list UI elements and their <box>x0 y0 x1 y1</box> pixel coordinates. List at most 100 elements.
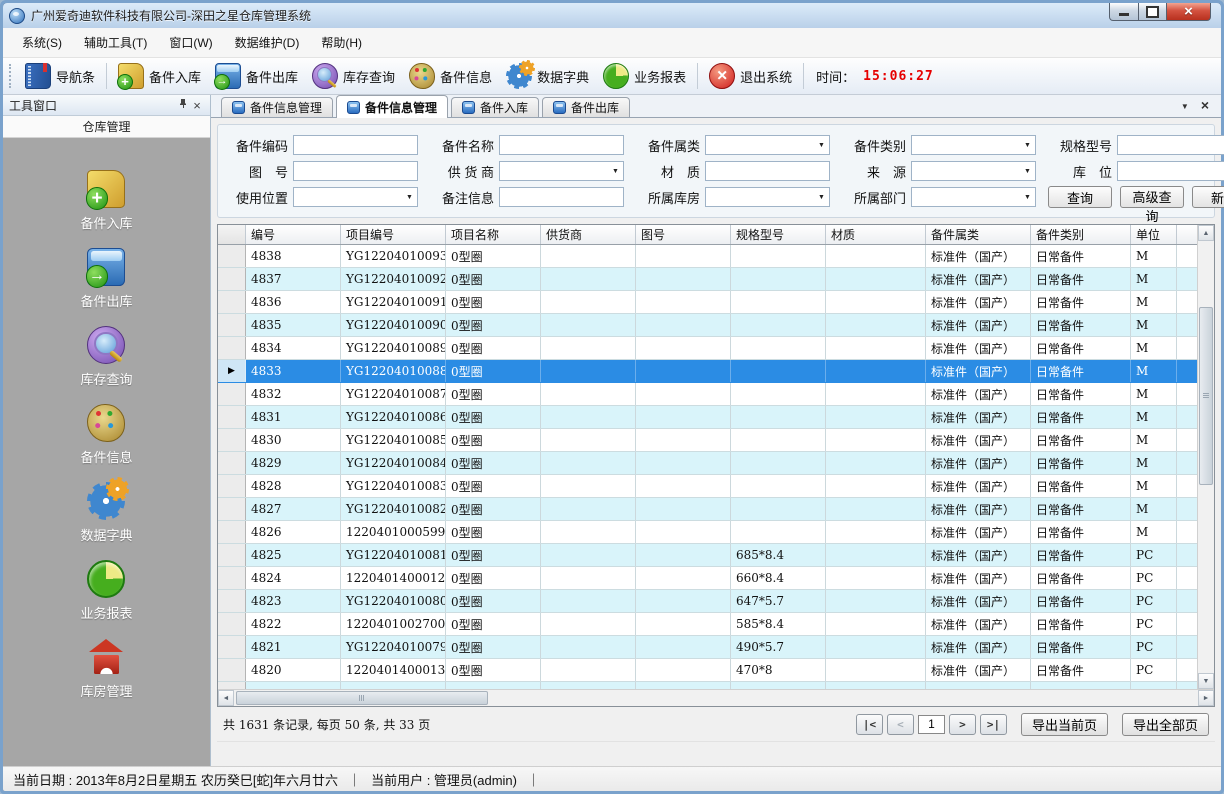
row-selector-cell[interactable] <box>218 360 246 382</box>
select-field[interactable] <box>705 135 830 155</box>
dropdown-arrow-icon[interactable] <box>1020 136 1035 154</box>
table-row[interactable]: 4828YG122040100830型圈标准件（国产）日常备件M <box>218 475 1197 498</box>
header-cell[interactable]: 图号 <box>636 225 731 244</box>
select-field[interactable] <box>293 187 418 207</box>
dropdown-arrow-icon[interactable] <box>1020 162 1035 180</box>
dropdown-arrow-icon[interactable] <box>1020 188 1035 206</box>
dropdown-arrow-icon[interactable] <box>814 188 829 206</box>
row-selector-cell[interactable] <box>218 406 246 428</box>
row-selector-cell[interactable] <box>218 521 246 543</box>
scroll-down-icon[interactable] <box>1198 673 1214 689</box>
v-scrollbar[interactable] <box>1197 225 1214 689</box>
menu-item[interactable]: 帮助(H) <box>310 28 373 57</box>
prev-page-button[interactable]: < <box>887 714 914 735</box>
text-field[interactable] <box>293 135 418 155</box>
table-row[interactable]: 482412204014000120型圈660*8.4标准件（国产）日常备件PC <box>218 567 1197 590</box>
chevron-down-icon[interactable] <box>1181 98 1189 112</box>
select-field[interactable] <box>911 135 1036 155</box>
table-row[interactable]: 4821YG122040100790型圈490*5.7标准件（国产）日常备件PC <box>218 636 1197 659</box>
select-field[interactable] <box>1117 161 1224 181</box>
table-row[interactable]: 4831YG122040100860型圈标准件（国产）日常备件M <box>218 406 1197 429</box>
table-row[interactable]: 4829YG122040100840型圈标准件（国产）日常备件M <box>218 452 1197 475</box>
row-selector-cell[interactable] <box>218 337 246 359</box>
text-field[interactable] <box>705 161 830 181</box>
select-field[interactable] <box>705 187 830 207</box>
close-button[interactable] <box>1167 3 1211 21</box>
table-row[interactable]: 4835YG122040100900型圈标准件（国产）日常备件M <box>218 314 1197 337</box>
export-all-pages-button[interactable]: 导出全部页 <box>1122 713 1209 736</box>
maximize-button[interactable] <box>1139 3 1167 21</box>
row-selector-cell[interactable] <box>218 245 246 267</box>
advanced-query-button[interactable]: 高级查询 <box>1120 186 1184 208</box>
tab[interactable]: 备件信息管理 <box>336 95 448 118</box>
menu-item[interactable]: 窗口(W) <box>158 28 223 57</box>
row-selector-cell[interactable] <box>218 498 246 520</box>
table-row[interactable]: 4837YG122040100920型圈标准件（国产）日常备件M <box>218 268 1197 291</box>
row-selector-cell[interactable] <box>218 544 246 566</box>
table-row[interactable]: 4836YG122040100910型圈标准件（国产）日常备件M <box>218 291 1197 314</box>
row-selector-cell[interactable] <box>218 613 246 635</box>
table-row[interactable]: 4825YG122040100810型圈685*8.4标准件（国产）日常备件PC <box>218 544 1197 567</box>
table-row[interactable]: 4833YG122040100880型圈标准件（国产）日常备件M <box>218 360 1197 383</box>
row-selector-cell[interactable] <box>218 636 246 658</box>
text-field[interactable] <box>293 161 418 181</box>
title-bar[interactable]: 广州爱奇迪软件科技有限公司-深田之星仓库管理系统 <box>3 3 1221 28</box>
export-current-page-button[interactable]: 导出当前页 <box>1021 713 1108 736</box>
toolbar-button[interactable]: 备件信息 <box>402 61 499 91</box>
text-field[interactable] <box>499 135 624 155</box>
header-cell[interactable]: 项目名称 <box>446 225 541 244</box>
table-row[interactable]: 4834YG122040100890型圈标准件（国产）日常备件M <box>218 337 1197 360</box>
new-button[interactable]: 新建 <box>1192 186 1224 208</box>
row-selector-cell[interactable] <box>218 475 246 497</box>
menu-item[interactable]: 系统(S) <box>11 28 73 57</box>
select-field[interactable] <box>911 187 1036 207</box>
first-page-button[interactable]: |< <box>856 714 883 735</box>
row-selector-cell[interactable] <box>218 291 246 313</box>
header-cell[interactable]: 供货商 <box>541 225 636 244</box>
row-selector-cell[interactable] <box>218 383 246 405</box>
menu-item[interactable]: 数据维护(D) <box>224 28 311 57</box>
sidebar-item[interactable]: 备件出库 <box>80 248 132 310</box>
table-row[interactable]: 482012204014000130型圈470*8标准件（国产）日常备件PC <box>218 659 1197 682</box>
toolbar-button[interactable]: 库存查询 <box>305 61 402 91</box>
header-cell[interactable]: 项目编号 <box>341 225 446 244</box>
row-selector-cell[interactable] <box>218 452 246 474</box>
table-row[interactable]: 482612204010005990型圈标准件（国产）日常备件M <box>218 521 1197 544</box>
next-page-button[interactable]: > <box>949 714 976 735</box>
select-field[interactable] <box>911 161 1036 181</box>
pin-icon[interactable] <box>176 98 190 112</box>
row-selector-cell[interactable] <box>218 268 246 290</box>
header-cell[interactable]: 备件属类 <box>926 225 1031 244</box>
row-selector-cell[interactable] <box>218 314 246 336</box>
tab[interactable]: 备件入库 <box>451 97 539 117</box>
row-selector-cell[interactable] <box>218 659 246 681</box>
toolbar-button[interactable]: 备件入库 <box>111 61 208 91</box>
sidebar-item[interactable]: 库存查询 <box>80 326 132 388</box>
text-field[interactable] <box>499 187 624 207</box>
sidebar-item[interactable]: 数据字典 <box>80 482 132 544</box>
tab[interactable]: 备件信息管理 <box>221 97 333 117</box>
h-scrollbar[interactable] <box>218 689 1214 706</box>
last-page-button[interactable]: >| <box>980 714 1007 735</box>
sidebar-item[interactable]: 库房管理 <box>80 638 132 700</box>
table-row[interactable]: 4827YG122040100820型圈标准件（国产）日常备件M <box>218 498 1197 521</box>
header-cell[interactable]: 材质 <box>826 225 926 244</box>
table-row[interactable]: 482212204010027000型圈585*8.4标准件（国产）日常备件PC <box>218 613 1197 636</box>
tab[interactable]: 备件出库 <box>542 97 630 117</box>
select-field[interactable] <box>499 161 624 181</box>
table-row[interactable]: 4830YG122040100850型圈标准件（国产）日常备件M <box>218 429 1197 452</box>
table-row[interactable]: 4823YG122040100800型圈647*5.7标准件（国产）日常备件PC <box>218 590 1197 613</box>
toolbar-grip[interactable] <box>9 64 13 88</box>
sidebar-close-icon[interactable]: × <box>190 98 204 113</box>
dropdown-arrow-icon[interactable] <box>608 162 623 180</box>
scroll-up-icon[interactable] <box>1198 225 1214 241</box>
row-selector-cell[interactable] <box>218 429 246 451</box>
select-field[interactable] <box>1117 135 1224 155</box>
page-number-input[interactable] <box>918 715 945 734</box>
toolbar-button[interactable]: 业务报表 <box>596 61 693 91</box>
scroll-right-icon[interactable] <box>1198 690 1214 706</box>
minimize-button[interactable] <box>1109 3 1139 21</box>
table-row[interactable]: 4838YG122040100930型圈标准件（国产）日常备件M <box>218 245 1197 268</box>
header-cell[interactable]: 编号 <box>246 225 341 244</box>
dropdown-arrow-icon[interactable] <box>402 188 417 206</box>
